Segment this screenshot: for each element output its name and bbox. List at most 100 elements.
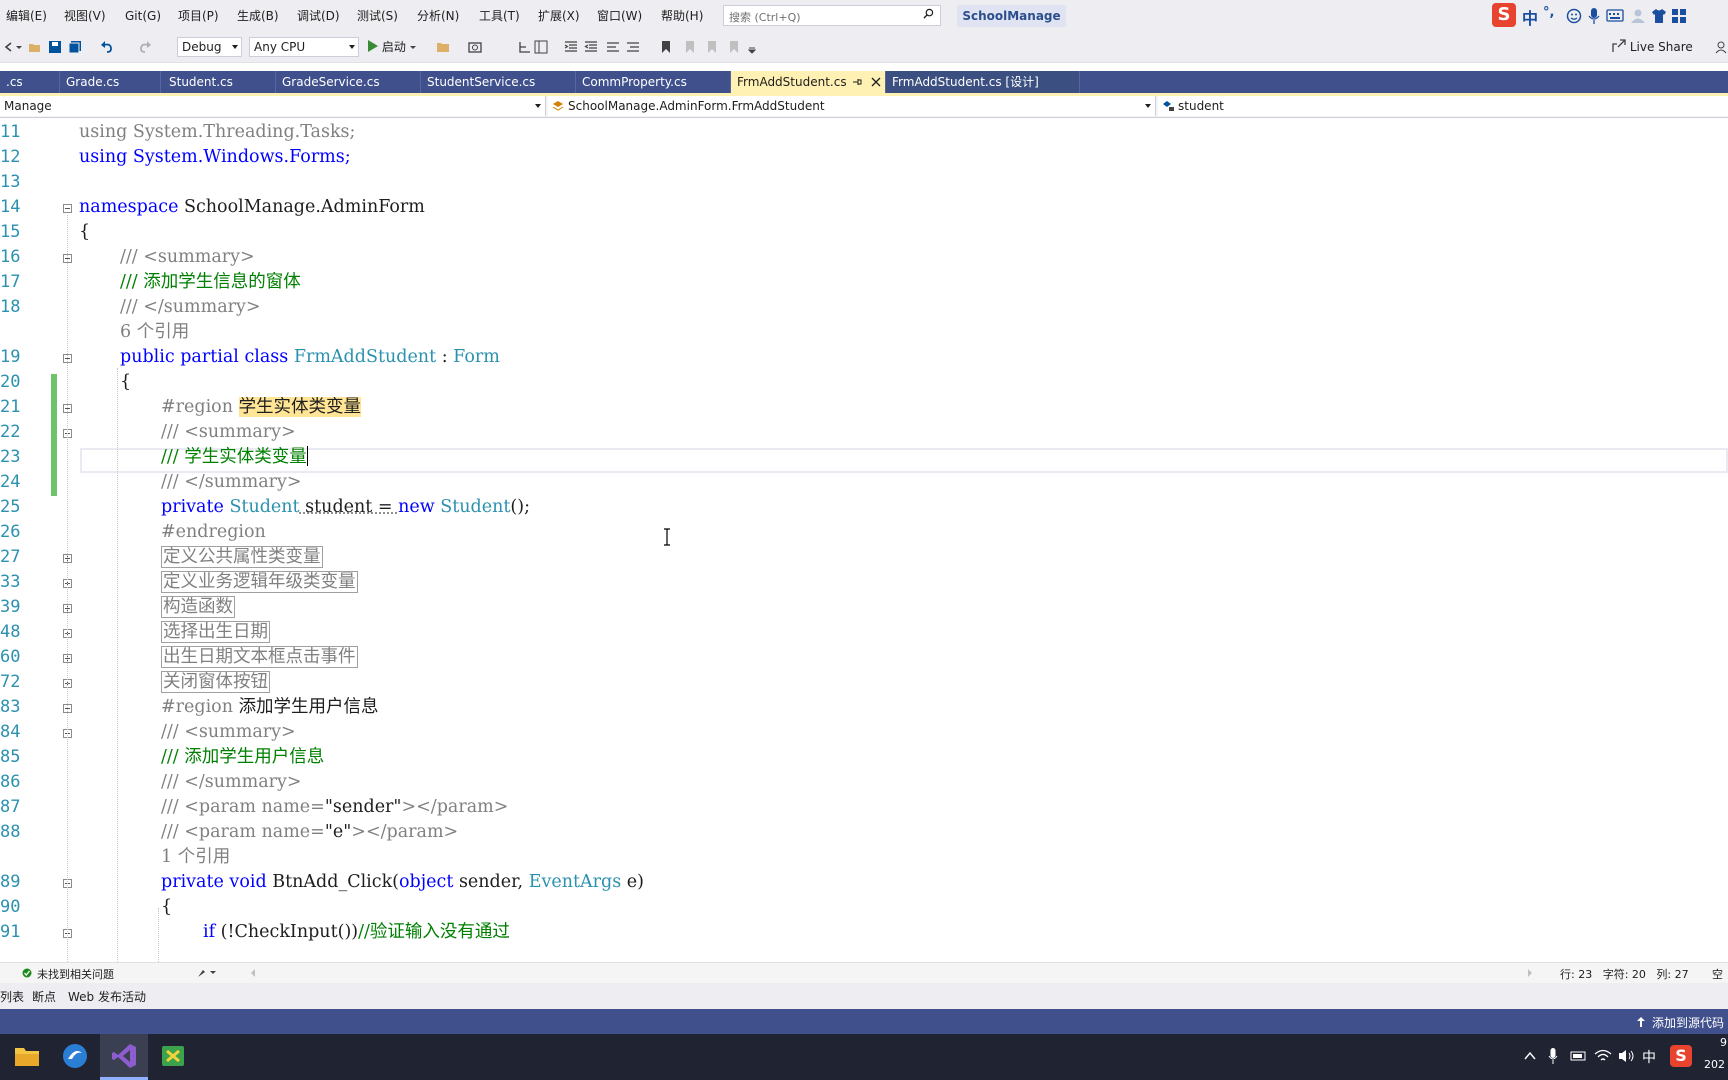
menu-analyze[interactable]: 分析(N) [417, 0, 459, 32]
save-icon[interactable] [48, 40, 62, 54]
battery-icon[interactable] [1570, 1049, 1588, 1063]
project-dropdown[interactable]: Manage [0, 96, 546, 116]
menu-extensions[interactable]: 扩展(X) [538, 0, 580, 32]
redo-icon[interactable] [138, 40, 152, 54]
browser-icon[interactable] [62, 1043, 88, 1069]
folder-browse-icon[interactable] [436, 40, 450, 54]
clear-bookmarks-icon[interactable] [727, 40, 741, 54]
tab-studentservice-cs[interactable]: StudentService.cs [421, 71, 576, 93]
taskbar-active-app[interactable] [100, 1034, 148, 1080]
tab-student-cs[interactable]: Student.cs [163, 71, 276, 93]
live-share-button[interactable]: Live Share [1612, 37, 1693, 57]
issues-status[interactable]: 未找到相关问题 [37, 966, 114, 982]
feedback-icon[interactable] [1714, 40, 1728, 54]
collapsed-region-48[interactable]: 选择出生日期 [161, 620, 270, 645]
platform-dropdown[interactable]: Any CPU [249, 37, 359, 57]
line-number: 14 [0, 197, 21, 217]
file-explorer-icon[interactable] [14, 1044, 40, 1068]
collapsed-region-60[interactable]: 出生日期文本框点击事件 [161, 645, 358, 670]
screenshot-icon[interactable] [468, 40, 482, 54]
wifi-icon[interactable] [1594, 1048, 1612, 1064]
add-to-source-control[interactable]: 添加到源代码 [1652, 1014, 1724, 1031]
collapsed-region-39[interactable]: 构造函数 [161, 595, 235, 620]
toolbar-overflow-icon[interactable] [748, 40, 756, 54]
user-icon[interactable] [1630, 8, 1646, 24]
microphone-icon[interactable] [1588, 7, 1600, 25]
emoji-icon[interactable] [1566, 8, 1582, 24]
input-language-indicator[interactable]: 中 [1642, 1047, 1656, 1067]
indent-icon[interactable] [584, 40, 598, 54]
comment-lines-icon[interactable] [606, 40, 620, 54]
code-editor[interactable]: 11 12 13 14 15 16 17 18 19 20 21 22 23 2… [0, 118, 1728, 962]
tab-grade-cs[interactable]: Grade.cs [60, 71, 161, 93]
method-name: BtnAdd_Click( [272, 872, 400, 892]
scroll-right-icon[interactable] [1527, 968, 1533, 978]
toolbox-grid-icon[interactable] [1671, 8, 1687, 24]
tab-gradeservice-cs[interactable]: GradeService.cs [276, 71, 421, 93]
recorder-app-icon[interactable] [160, 1043, 186, 1069]
next-bookmark-icon[interactable] [705, 40, 719, 54]
code-line-90: { [161, 897, 173, 917]
menu-tools[interactable]: 工具(T) [479, 0, 520, 32]
menu-debug[interactable]: 调试(D) [297, 0, 340, 32]
cleanup-brush-icon[interactable] [197, 968, 217, 978]
class-dropdown[interactable]: SchoolManage.AdminForm.FrmAddStudent [548, 96, 1156, 116]
solution-config-dropdown[interactable]: Debug [177, 37, 242, 57]
tab-commproperty-cs[interactable]: CommProperty.cs [576, 71, 731, 93]
scroll-left-icon[interactable] [250, 968, 256, 978]
skin-shirt-icon[interactable] [1651, 8, 1667, 24]
collapsed-region-33[interactable]: 定义业务逻辑年级类变量 [161, 570, 358, 595]
tab-web-publish[interactable]: Web 发布活动 [68, 988, 146, 1005]
menu-help[interactable]: 帮助(H) [661, 0, 703, 32]
reference-count[interactable]: 1 个引用 [161, 845, 230, 870]
cursor-position[interactable]: 行: 23 字符: 20 列: 27 [1560, 966, 1689, 982]
member-dropdown[interactable]: student [1158, 96, 1728, 116]
start-debug-button[interactable]: 启动 [367, 37, 416, 57]
close-icon[interactable] [871, 77, 881, 87]
navigate-backward-icon[interactable] [2, 40, 16, 54]
tab-frmaddstudent-cs[interactable]: FrmAddStudent.cs [731, 71, 886, 93]
keyboard-icon[interactable] [1606, 9, 1624, 22]
tab-document[interactable]: .cs [0, 71, 60, 93]
tab-breakpoints[interactable]: 断点 [32, 988, 56, 1005]
collapse-toggle[interactable] [63, 204, 72, 213]
hierarchy-icon[interactable] [518, 40, 532, 54]
menu-window[interactable]: 窗口(W) [597, 0, 642, 32]
clock-time[interactable]: 9 [1720, 1036, 1727, 1049]
tab-error-list[interactable]: 列表 [0, 988, 24, 1005]
code-line-20: { [120, 372, 132, 392]
ime-punct-indicator[interactable]: °, [1543, 5, 1554, 20]
menu-edit[interactable]: 编辑(E) [6, 0, 47, 32]
chevron-up-icon[interactable] [1524, 1051, 1536, 1061]
menu-git[interactable]: Git(G) [125, 0, 161, 32]
sogou-logo-icon[interactable]: S [1492, 3, 1516, 27]
menu-build[interactable]: 生成(B) [237, 0, 279, 32]
uncomment-lines-icon[interactable] [626, 40, 640, 54]
bookmark-icon[interactable] [659, 40, 673, 54]
menu-project[interactable]: 项目(P) [178, 0, 219, 32]
ime-lang-indicator[interactable]: 中 [1522, 5, 1538, 29]
menu-view[interactable]: 视图(V) [64, 0, 106, 32]
clock-date[interactable]: 202 [1704, 1058, 1725, 1071]
microphone-icon[interactable] [1548, 1047, 1558, 1065]
type-name: EventArgs [528, 872, 622, 892]
open-folder-icon[interactable] [28, 40, 42, 54]
menu-test[interactable]: 测试(S) [357, 0, 398, 32]
prev-bookmark-icon[interactable] [683, 40, 697, 54]
comment-text: /// 学生实体类变量 [161, 447, 307, 467]
sogou-tray-icon[interactable]: S [1670, 1045, 1692, 1067]
undo-icon[interactable] [100, 40, 114, 54]
outdent-icon[interactable] [564, 40, 578, 54]
reference-count[interactable]: 6 个引用 [120, 320, 189, 345]
search-box[interactable]: 搜索 (Ctrl+Q) [723, 5, 941, 26]
tab-frmaddstudent-designer[interactable]: FrmAddStudent.cs [设计] [886, 71, 1080, 93]
layout-icon[interactable] [534, 40, 548, 54]
collapsed-region-72[interactable]: 关闭窗体按钮 [161, 670, 270, 695]
save-all-icon[interactable] [68, 40, 82, 54]
keyword: if [203, 922, 221, 942]
chevron-down-icon[interactable] [16, 40, 22, 54]
volume-icon[interactable] [1618, 1048, 1636, 1064]
class-name: SchoolManage.AdminForm.FrmAddStudent [568, 99, 825, 113]
collapsed-region-27[interactable]: 定义公共属性类变量 [161, 545, 323, 570]
pin-icon[interactable] [852, 77, 862, 87]
